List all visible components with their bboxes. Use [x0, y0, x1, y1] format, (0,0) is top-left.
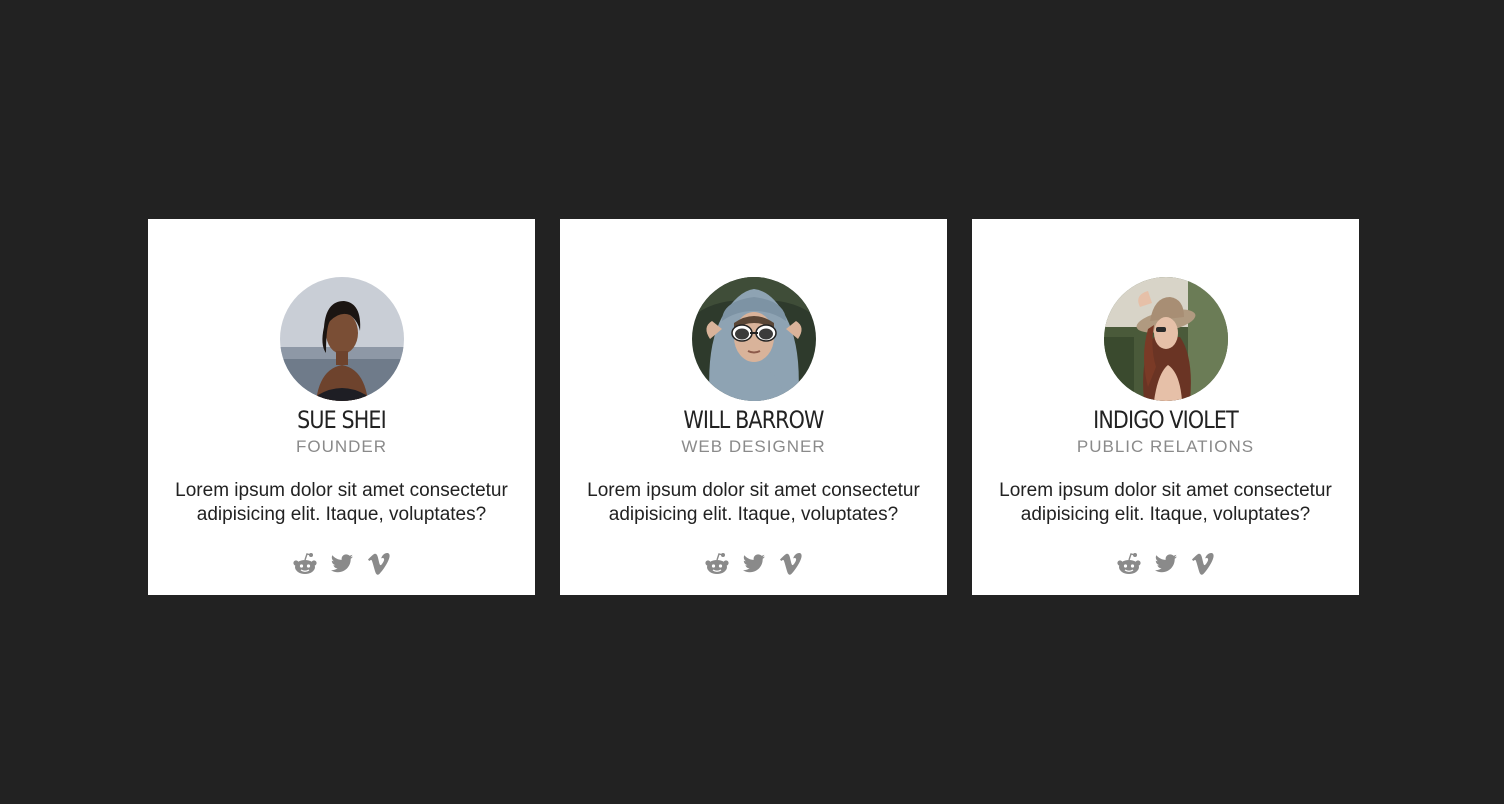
- reddit-icon[interactable]: [704, 551, 730, 577]
- social-links: [972, 551, 1359, 577]
- twitter-icon[interactable]: [1153, 551, 1179, 577]
- team-card: SUE SHEI FOUNDER Lorem ipsum dolor sit a…: [148, 219, 535, 595]
- social-links: [560, 551, 947, 577]
- woman-in-water-photo: [279, 277, 404, 401]
- vimeo-icon[interactable]: [778, 551, 804, 577]
- member-bio: Lorem ipsum dolor sit amet consectetur a…: [587, 480, 920, 525]
- member-name: WILL BARROW: [683, 406, 824, 434]
- avatar: [279, 277, 404, 401]
- member-role: FOUNDER: [295, 437, 388, 456]
- twitter-icon[interactable]: [329, 551, 355, 577]
- team-card: WILL BARROW WEB DESIGNER Lorem ipsum dol…: [560, 219, 947, 595]
- social-links: [148, 551, 535, 577]
- twitter-icon[interactable]: [741, 551, 767, 577]
- team-card: INDIGO VIOLET PUBLIC RELATIONS Lorem ips…: [972, 219, 1359, 595]
- member-name: SUE SHEI: [297, 406, 387, 434]
- reddit-icon[interactable]: [292, 551, 318, 577]
- avatar: [691, 277, 816, 401]
- member-bio: Lorem ipsum dolor sit amet consectetur a…: [175, 480, 508, 525]
- member-role: WEB DESIGNER: [681, 437, 826, 456]
- avatar: [1103, 277, 1228, 401]
- member-name: INDIGO VIOLET: [1093, 406, 1239, 434]
- woman-in-hat-photo: [1103, 277, 1228, 401]
- vimeo-icon[interactable]: [366, 551, 392, 577]
- reddit-icon[interactable]: [1116, 551, 1142, 577]
- team-section: SUE SHEI FOUNDER Lorem ipsum dolor sit a…: [148, 219, 1359, 595]
- vimeo-icon[interactable]: [1190, 551, 1216, 577]
- boy-with-sunglasses-photo: [691, 277, 816, 401]
- member-role: PUBLIC RELATIONS: [1076, 437, 1255, 456]
- member-bio: Lorem ipsum dolor sit amet consectetur a…: [999, 480, 1332, 525]
